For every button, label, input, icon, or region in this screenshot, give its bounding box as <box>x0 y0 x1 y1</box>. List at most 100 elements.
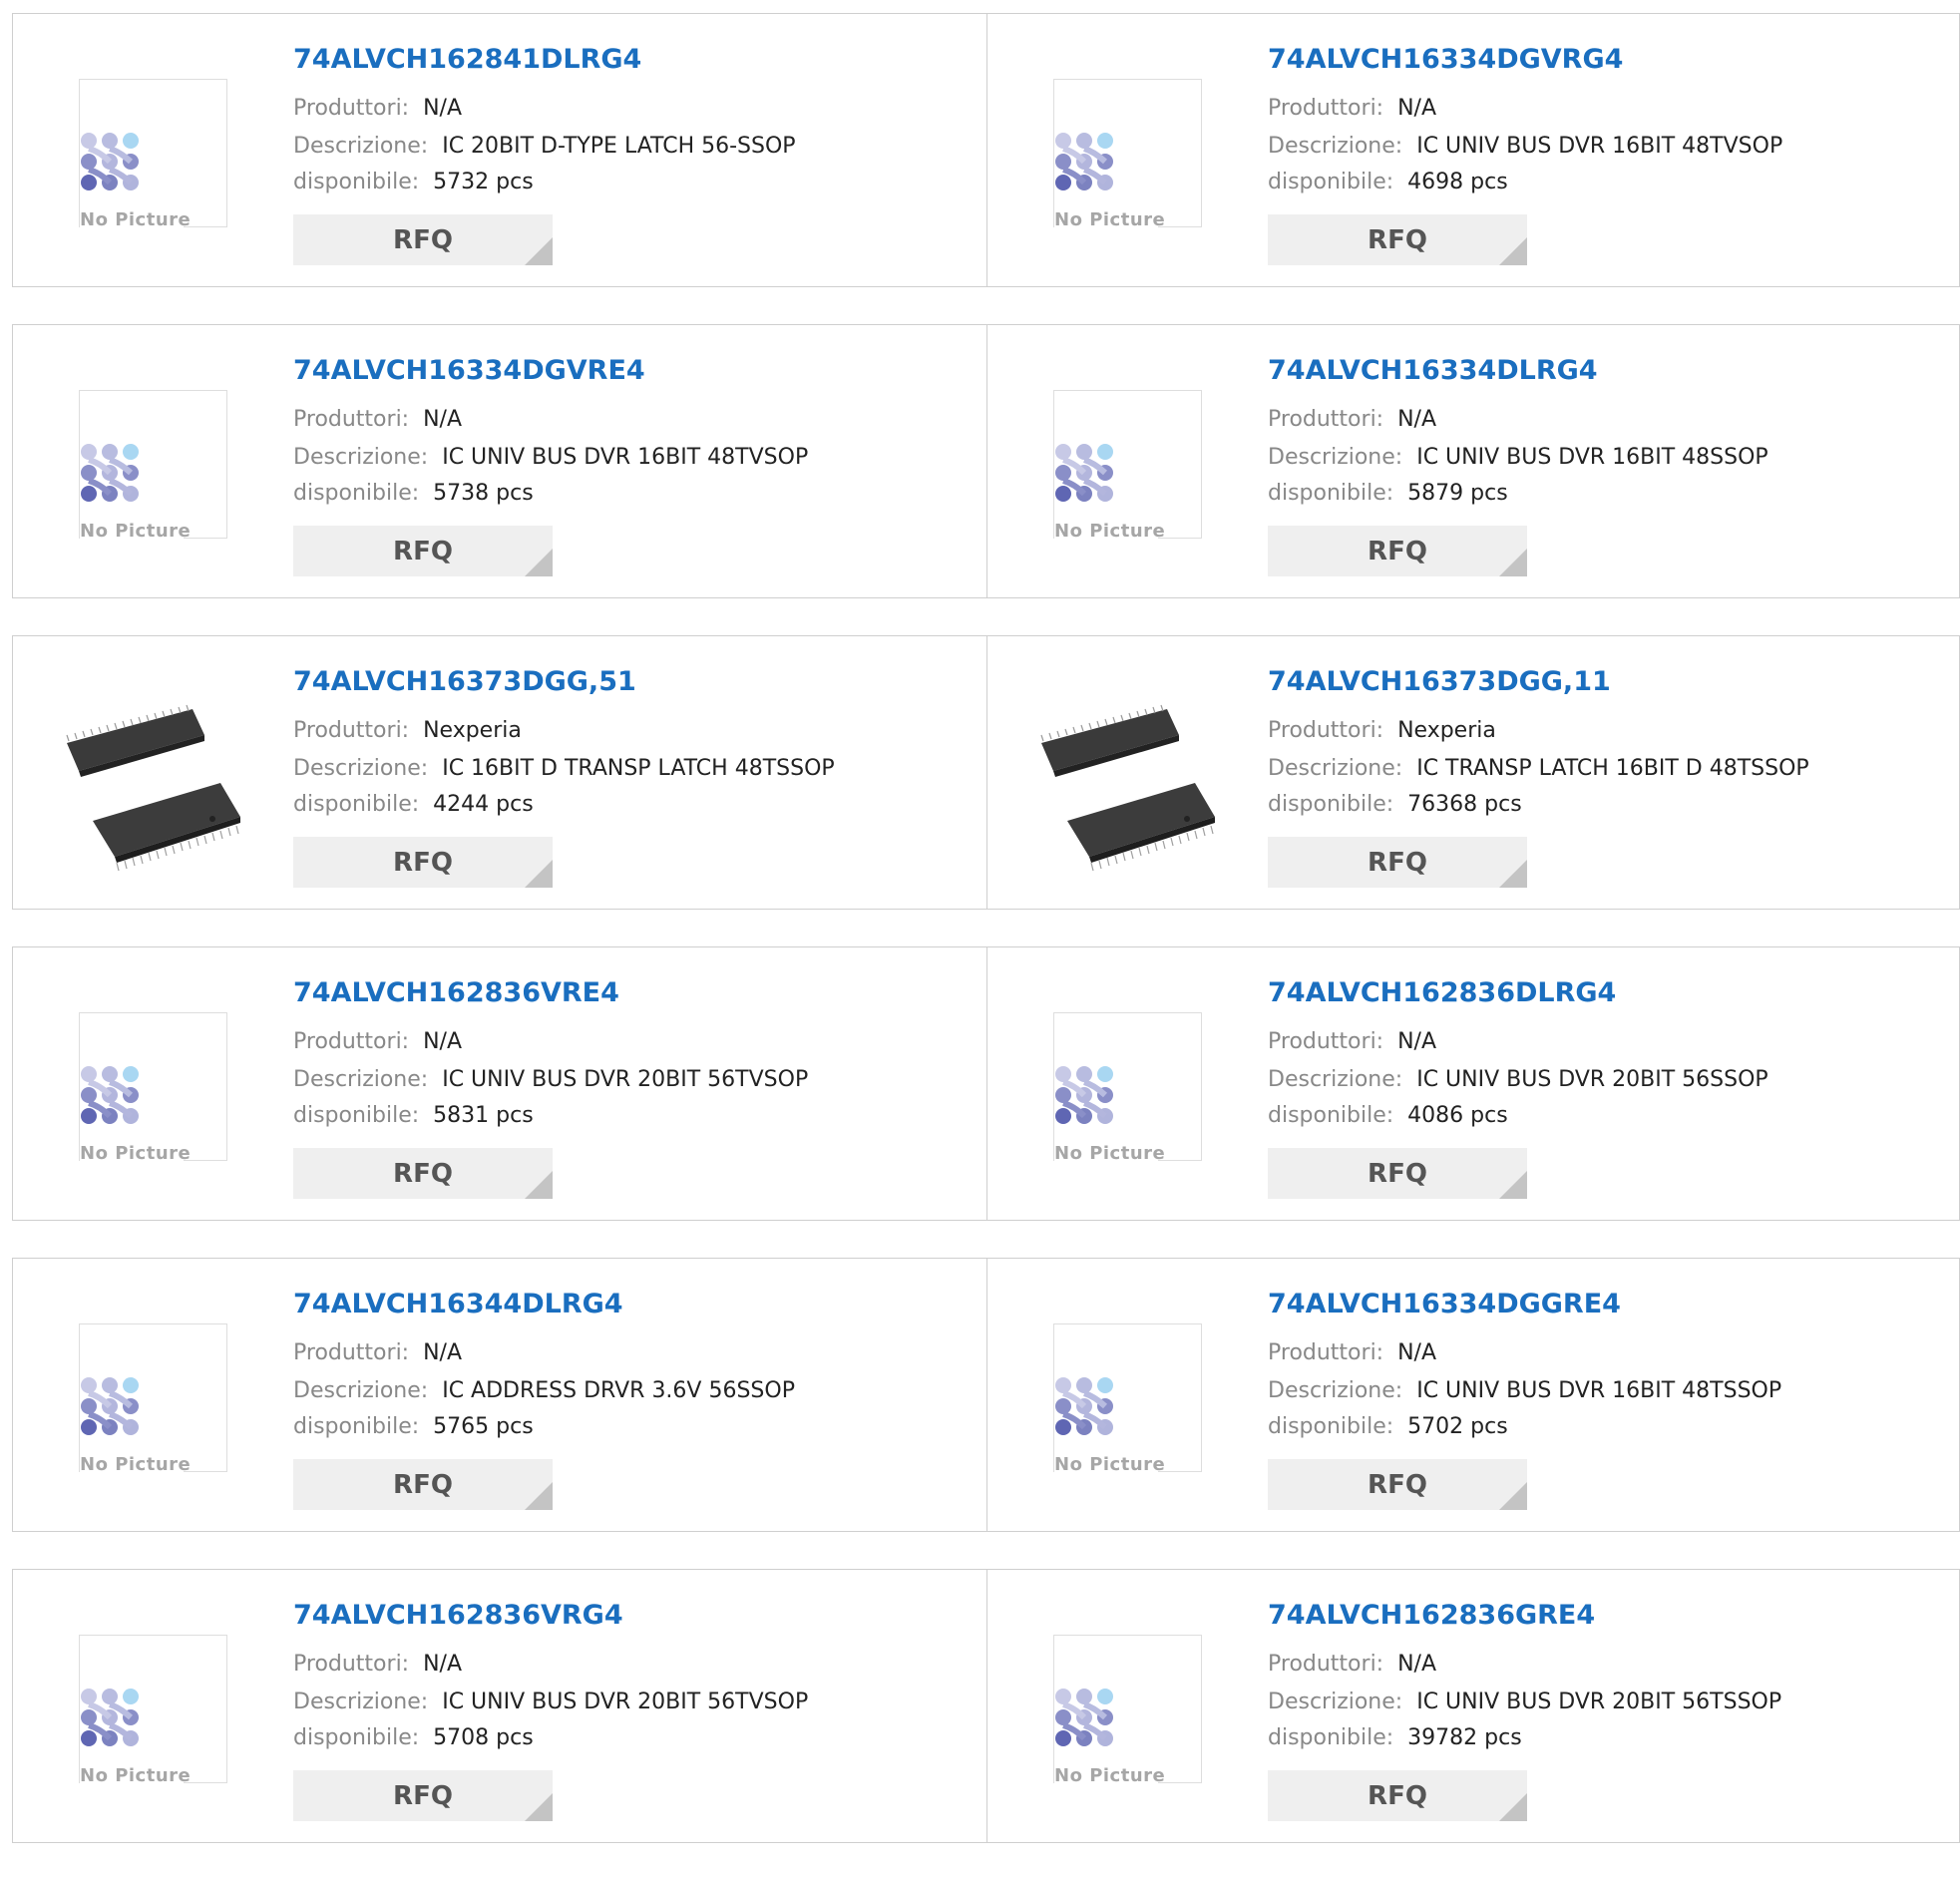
corner-triangle-icon <box>525 1482 553 1510</box>
rfq-button[interactable]: RFQ <box>1268 837 1527 888</box>
manufacturer-line: Produttori: N/A <box>1268 1029 1436 1054</box>
no-picture-label: No Picture <box>80 1454 192 1475</box>
no-picture-placeholder: No Picture <box>79 79 227 230</box>
availability-label: disponibile: <box>1268 1725 1394 1750</box>
product-title-link[interactable]: 74ALVCH16344DLRG4 <box>293 1289 623 1319</box>
manufacturer-label: Produttori: <box>293 718 410 743</box>
no-picture-dots-icon <box>1055 133 1113 190</box>
rfq-label: RFQ <box>393 536 453 566</box>
product-title-link[interactable]: 74ALVCH16334DGGRE4 <box>1268 1289 1621 1319</box>
rfq-button[interactable]: RFQ <box>293 214 553 265</box>
product-card: No Picture 74ALVCH16334DGVRE4 Produttori… <box>12 324 987 598</box>
availability-label: disponibile: <box>1268 170 1394 194</box>
no-picture-dots-icon <box>1055 1689 1113 1746</box>
availability-label: disponibile: <box>293 1103 420 1128</box>
rfq-label: RFQ <box>1368 1158 1427 1189</box>
manufacturer-value: N/A <box>423 1652 463 1677</box>
corner-triangle-icon <box>1499 237 1527 265</box>
product-card: No Picture 74ALVCH162841DLRG4 Produttori… <box>12 13 987 287</box>
availability-value: 5702 pcs <box>1407 1414 1508 1439</box>
manufacturer-value: N/A <box>1397 96 1437 121</box>
product-card: No Picture 74ALVCH162836VRE4 Produttori:… <box>12 946 987 1221</box>
manufacturer-line: Produttori: N/A <box>293 1652 462 1677</box>
product-image <box>1027 691 1227 891</box>
availability-value: 39782 pcs <box>1407 1725 1522 1750</box>
no-picture-dots-icon <box>1055 1066 1113 1124</box>
description-value: IC ADDRESS DRVR 3.6V 56SSOP <box>442 1378 795 1403</box>
availability-label: disponibile: <box>293 1414 420 1439</box>
rfq-button[interactable]: RFQ <box>293 1770 553 1821</box>
manufacturer-value: N/A <box>423 407 463 432</box>
manufacturer-label: Produttori: <box>293 407 410 432</box>
description-value: IC UNIV BUS DVR 16BIT 48TVSOP <box>442 445 809 470</box>
no-picture-label: No Picture <box>1054 1765 1166 1786</box>
product-title-link[interactable]: 74ALVCH162836VRE4 <box>293 977 619 1008</box>
manufacturer-line: Produttori: N/A <box>293 96 462 121</box>
product-row: No Picture 74ALVCH162841DLRG4 Produttori… <box>12 13 1960 287</box>
description-line: Descrizione: IC UNIV BUS DVR 20BIT 56TVSO… <box>293 1067 808 1092</box>
product-title-link[interactable]: 74ALVCH162836DLRG4 <box>1268 977 1616 1008</box>
description-value: IC 16BIT D TRANSP LATCH 48TSSOP <box>442 756 835 781</box>
description-value: IC UNIV BUS DVR 16BIT 48SSOP <box>1416 445 1768 470</box>
product-title-link[interactable]: 74ALVCH162841DLRG4 <box>293 44 641 75</box>
corner-triangle-icon <box>525 237 553 265</box>
manufacturer-line: Produttori: N/A <box>1268 1340 1436 1365</box>
product-title-link[interactable]: 74ALVCH162836GRE4 <box>1268 1600 1595 1631</box>
description-label: Descrizione: <box>293 134 429 159</box>
manufacturer-label: Produttori: <box>1268 1340 1384 1365</box>
description-value: IC UNIV BUS DVR 16BIT 48TVSOP <box>1416 134 1783 159</box>
no-picture-label: No Picture <box>80 209 192 230</box>
no-picture-placeholder: No Picture <box>79 1323 227 1475</box>
rfq-button[interactable]: RFQ <box>1268 1459 1527 1510</box>
rfq-button[interactable]: RFQ <box>1268 214 1527 265</box>
manufacturer-line: Produttori: N/A <box>293 1029 462 1054</box>
no-picture-label: No Picture <box>80 1143 192 1164</box>
description-label: Descrizione: <box>293 1067 429 1092</box>
manufacturer-value: N/A <box>1397 1652 1437 1677</box>
product-row: 74ALVCH16373DGG,51 Produttori: Nexperia D… <box>12 635 1960 910</box>
corner-triangle-icon <box>525 1793 553 1821</box>
product-title-link[interactable]: 74ALVCH16334DLRG4 <box>1268 355 1598 386</box>
rfq-button[interactable]: RFQ <box>1268 526 1527 576</box>
no-picture-placeholder: No Picture <box>1053 79 1202 230</box>
manufacturer-line: Produttori: N/A <box>1268 1652 1436 1677</box>
no-picture-label: No Picture <box>1054 209 1166 230</box>
availability-line: disponibile: 5879 pcs <box>1268 481 1508 506</box>
no-picture-dots-icon <box>1055 1377 1113 1435</box>
no-picture-placeholder: No Picture <box>79 390 227 542</box>
product-title-link[interactable]: 74ALVCH16373DGG,51 <box>293 666 636 697</box>
no-picture-label: No Picture <box>1054 1143 1166 1164</box>
description-line: Descrizione: IC UNIV BUS DVR 20BIT 56TSSO… <box>1268 1690 1781 1714</box>
rfq-label: RFQ <box>393 1469 453 1500</box>
no-picture-placeholder: No Picture <box>1053 390 1202 542</box>
product-title-link[interactable]: 74ALVCH162836VRG4 <box>293 1600 623 1631</box>
manufacturer-value: N/A <box>1397 1340 1437 1365</box>
availability-value: 4244 pcs <box>433 792 534 817</box>
corner-triangle-icon <box>1499 1793 1527 1821</box>
availability-line: disponibile: 39782 pcs <box>1268 1725 1522 1750</box>
availability-line: disponibile: 76368 pcs <box>1268 792 1522 817</box>
product-title-link[interactable]: 74ALVCH16373DGG,11 <box>1268 666 1611 697</box>
corner-triangle-icon <box>525 860 553 888</box>
rfq-label: RFQ <box>393 1780 453 1811</box>
manufacturer-value: N/A <box>423 96 463 121</box>
rfq-button[interactable]: RFQ <box>1268 1148 1527 1199</box>
manufacturer-value: N/A <box>1397 407 1437 432</box>
availability-line: disponibile: 4698 pcs <box>1268 170 1508 194</box>
description-line: Descrizione: IC 20BIT D-TYPE LATCH 56-SSO… <box>293 134 796 159</box>
rfq-button[interactable]: RFQ <box>293 1459 553 1510</box>
corner-triangle-icon <box>1499 549 1527 576</box>
availability-line: disponibile: 5708 pcs <box>293 1725 534 1750</box>
rfq-button[interactable]: RFQ <box>293 526 553 576</box>
availability-line: disponibile: 4244 pcs <box>293 792 534 817</box>
rfq-button[interactable]: RFQ <box>1268 1770 1527 1821</box>
no-picture-placeholder: No Picture <box>79 1635 227 1786</box>
product-title-link[interactable]: 74ALVCH16334DGVRG4 <box>1268 44 1623 75</box>
rfq-button[interactable]: RFQ <box>293 837 553 888</box>
product-title-link[interactable]: 74ALVCH16334DGVRE4 <box>293 355 645 386</box>
description-value: IC UNIV BUS DVR 20BIT 56TVSOP <box>442 1067 809 1092</box>
rfq-button[interactable]: RFQ <box>293 1148 553 1199</box>
availability-label: disponibile: <box>1268 1414 1394 1439</box>
availability-label: disponibile: <box>293 481 420 506</box>
no-picture-dots-icon <box>1055 444 1113 502</box>
